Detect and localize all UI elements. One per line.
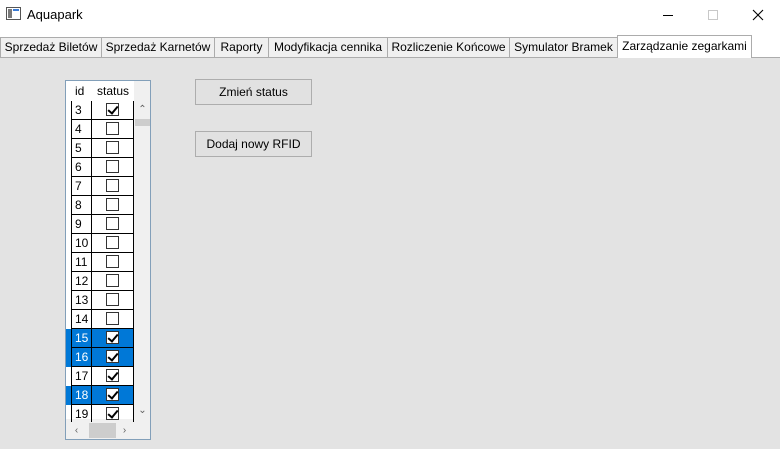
table-row[interactable]: 7 — [66, 177, 134, 196]
add-rfid-button[interactable]: Dodaj nowy RFID — [195, 131, 312, 157]
status-checkbox[interactable] — [106, 236, 119, 249]
vertical-scrollbar[interactable]: ⌃ ⌄ — [134, 101, 150, 419]
status-checkbox[interactable] — [106, 103, 119, 116]
title-bar: Aquapark — [0, 0, 780, 30]
cell-status[interactable] — [92, 101, 134, 120]
table-row[interactable]: 16 — [66, 348, 134, 367]
scroll-left-icon[interactable]: ‹ — [68, 422, 85, 439]
scroll-down-icon[interactable]: ⌄ — [134, 402, 150, 419]
cell-status[interactable] — [92, 348, 134, 367]
tab-sprzedaz-karnetow[interactable]: Sprzedaż Karnetów — [101, 37, 215, 58]
cell-id[interactable]: 8 — [71, 196, 92, 215]
cell-id[interactable]: 16 — [71, 348, 92, 367]
rfid-data-grid[interactable]: id status 3 4 5 6 7 8 9 10 11 12 13 14 15 16 17 18 19 ⌃ … — [65, 80, 151, 440]
cell-id[interactable]: 9 — [71, 215, 92, 234]
tab-strip: Sprzedaż Biletów Sprzedaż Karnetów Rapor… — [0, 35, 780, 58]
status-checkbox[interactable] — [106, 198, 119, 211]
table-row[interactable]: 14 — [66, 310, 134, 329]
status-checkbox[interactable] — [106, 293, 119, 306]
horizontal-scrollbar[interactable]: ‹ › — [66, 422, 134, 439]
cell-status[interactable] — [92, 139, 134, 158]
table-row[interactable]: 9 — [66, 215, 134, 234]
scroll-right-icon[interactable]: › — [116, 422, 133, 439]
cell-status[interactable] — [92, 234, 134, 253]
cell-status[interactable] — [92, 158, 134, 177]
cell-status[interactable] — [92, 120, 134, 139]
status-checkbox[interactable] — [106, 274, 119, 287]
change-status-button[interactable]: Zmień status — [195, 79, 312, 105]
cell-id[interactable]: 3 — [71, 101, 92, 120]
status-checkbox[interactable] — [106, 122, 119, 135]
cell-id[interactable]: 13 — [71, 291, 92, 310]
cell-id[interactable]: 4 — [71, 120, 92, 139]
cell-id[interactable]: 14 — [71, 310, 92, 329]
cell-id[interactable]: 10 — [71, 234, 92, 253]
cell-status[interactable] — [92, 310, 134, 329]
tab-raporty[interactable]: Raporty — [214, 37, 269, 58]
column-header-id[interactable]: id — [66, 81, 92, 101]
cell-id[interactable]: 6 — [71, 158, 92, 177]
window-title: Aquapark — [27, 7, 83, 22]
status-checkbox[interactable] — [106, 312, 119, 325]
grid-body: id status 3 4 5 6 7 8 9 10 11 12 13 14 15 16 17 18 19 — [66, 81, 134, 424]
status-checkbox[interactable] — [106, 388, 119, 401]
table-row[interactable]: 10 — [66, 234, 134, 253]
minimize-icon — [663, 14, 673, 16]
cell-id[interactable]: 12 — [71, 272, 92, 291]
scroll-up-icon[interactable]: ⌃ — [134, 101, 150, 118]
tab-content-panel: id status 3 4 5 6 7 8 9 10 11 12 13 14 15 16 17 18 19 ⌃ … — [0, 57, 780, 449]
cell-status[interactable] — [92, 367, 134, 386]
minimize-button[interactable] — [645, 0, 691, 30]
table-row[interactable]: 17 — [66, 367, 134, 386]
status-checkbox[interactable] — [106, 350, 119, 363]
status-checkbox[interactable] — [106, 160, 119, 173]
status-checkbox[interactable] — [106, 255, 119, 268]
vertical-scroll-thumb[interactable] — [135, 119, 150, 126]
app-icon — [6, 7, 21, 20]
status-checkbox[interactable] — [106, 407, 119, 420]
table-row[interactable]: 6 — [66, 158, 134, 177]
status-checkbox[interactable] — [106, 217, 119, 230]
table-row[interactable]: 13 — [66, 291, 134, 310]
table-row[interactable]: 8 — [66, 196, 134, 215]
status-checkbox[interactable] — [106, 179, 119, 192]
tab-sprzedaz-biletow[interactable]: Sprzedaż Biletów — [0, 37, 102, 58]
table-row[interactable]: 4 — [66, 120, 134, 139]
cell-id[interactable]: 5 — [71, 139, 92, 158]
cell-status[interactable] — [92, 177, 134, 196]
cell-status[interactable] — [92, 329, 134, 348]
table-row[interactable]: 3 — [66, 101, 134, 120]
maximize-button[interactable] — [690, 0, 736, 30]
table-row[interactable]: 18 — [66, 386, 134, 405]
tab-zarzadzanie-zegarkami[interactable]: Zarządzanie zegarkami — [617, 35, 752, 58]
horizontal-scroll-thumb[interactable] — [89, 423, 116, 438]
tab-symulator-bramek[interactable]: Symulator Bramek — [509, 37, 618, 58]
cell-id[interactable]: 11 — [71, 253, 92, 272]
close-button[interactable] — [735, 0, 780, 30]
table-row[interactable]: 15 — [66, 329, 134, 348]
table-row[interactable]: 11 — [66, 253, 134, 272]
cell-status[interactable] — [92, 215, 134, 234]
close-icon — [752, 9, 764, 21]
status-checkbox[interactable] — [106, 331, 119, 344]
column-header-status[interactable]: status — [92, 81, 134, 101]
tab-rozliczenie-koncowe[interactable]: Rozliczenie Końcowe — [387, 37, 510, 58]
cell-status[interactable] — [92, 253, 134, 272]
status-checkbox[interactable] — [106, 141, 119, 154]
cell-id[interactable]: 15 — [71, 329, 92, 348]
cell-status[interactable] — [92, 196, 134, 215]
maximize-icon — [708, 10, 718, 20]
tab-modyfikacja-cennika[interactable]: Modyfikacja cennika — [268, 37, 388, 58]
cell-status[interactable] — [92, 386, 134, 405]
table-row[interactable]: 12 — [66, 272, 134, 291]
status-checkbox[interactable] — [106, 369, 119, 382]
cell-status[interactable] — [92, 291, 134, 310]
cell-id[interactable]: 18 — [71, 386, 92, 405]
cell-id[interactable]: 7 — [71, 177, 92, 196]
table-row[interactable]: 5 — [66, 139, 134, 158]
cell-id[interactable]: 17 — [71, 367, 92, 386]
cell-status[interactable] — [92, 272, 134, 291]
